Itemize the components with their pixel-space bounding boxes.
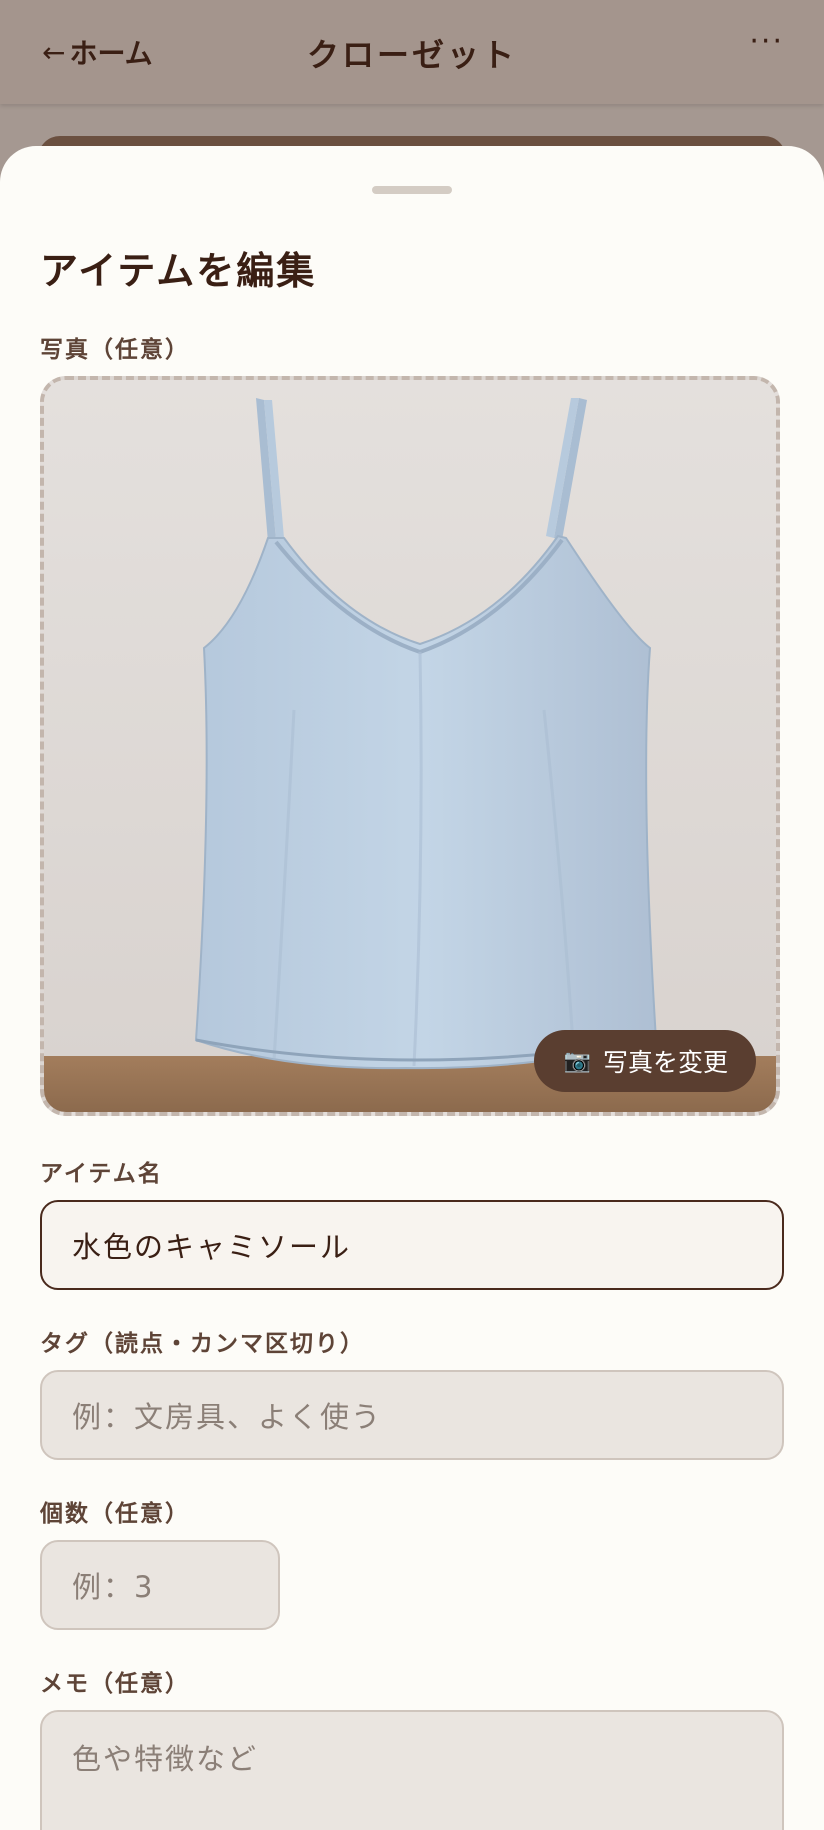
app-root: ← ホーム クローゼット ··· アイテムを編集 写真（任意） 📷 写真を変更 … — [0, 0, 824, 1830]
memo-label: メモ（任意） — [40, 1671, 190, 1697]
count-label: 個数（任意） — [40, 1501, 190, 1527]
more-options-button[interactable]: ··· — [749, 24, 784, 59]
item-name-input[interactable]: 水色のキャミソール — [40, 1200, 784, 1290]
item-name-value: 水色のキャミソール — [72, 1230, 352, 1264]
camera-icon: 📷 — [563, 1048, 591, 1074]
sheet-title: アイテムを編集 — [40, 249, 317, 293]
tags-placeholder: 例：文房具、よく使う — [72, 1400, 383, 1434]
change-photo-button[interactable]: 📷 写真を変更 — [533, 1030, 756, 1092]
item-photo — [44, 380, 776, 1112]
page-title: クローゼット — [306, 36, 517, 74]
tags-input[interactable]: 例：文房具、よく使う — [40, 1370, 784, 1460]
change-photo-label: 写真を変更 — [602, 1048, 728, 1077]
top-navigation-bar: ← ホーム クローゼット ··· — [0, 0, 824, 104]
sheet-grab-handle[interactable] — [372, 186, 452, 194]
memo-textarea[interactable]: 色や特徴など — [40, 1710, 784, 1830]
photo-dropzone[interactable]: 📷 写真を変更 — [40, 376, 780, 1116]
tags-label: タグ（読点・カンマ区切り） — [40, 1331, 365, 1357]
photo-label: 写真（任意） — [40, 337, 190, 363]
count-input[interactable]: 例：3 — [40, 1540, 280, 1630]
item-name-label: アイテム名 — [40, 1161, 163, 1187]
memo-placeholder: 色や特徴など — [72, 1742, 259, 1776]
count-placeholder: 例：3 — [72, 1570, 155, 1604]
edit-item-bottom-sheet: アイテムを編集 写真（任意） 📷 写真を変更 アイテム名 水色のキャミソール タ… — [0, 146, 824, 1830]
